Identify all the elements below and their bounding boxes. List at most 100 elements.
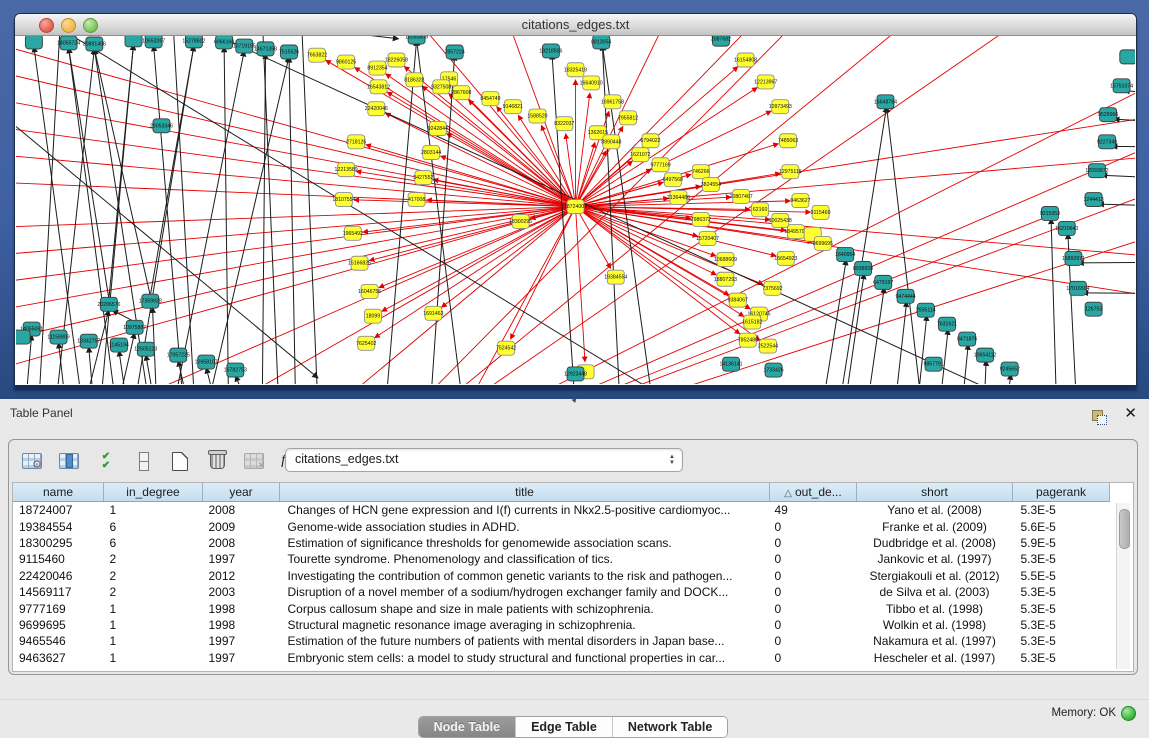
table-disabled-icon[interactable] xyxy=(241,448,267,474)
red-edge[interactable] xyxy=(16,154,576,206)
node-table[interactable]: namein_degreeyeartitle△out_de...shortpag… xyxy=(12,482,1134,672)
table-scrollbar-thumb[interactable] xyxy=(1119,509,1130,549)
black-edge[interactable] xyxy=(289,57,296,384)
table-row[interactable]: 1938455462009Genome-wide association stu… xyxy=(13,518,1110,534)
column-header-title[interactable]: title xyxy=(280,483,770,502)
table-row[interactable]: 2242004622012Investigating the contribut… xyxy=(13,568,1110,584)
black-edge[interactable] xyxy=(1101,175,1135,178)
table-settings-icon[interactable] xyxy=(19,448,45,474)
black-edge[interactable] xyxy=(838,107,886,384)
node-label: 8471876 xyxy=(957,337,977,343)
memory-status-indicator[interactable] xyxy=(1121,706,1136,721)
black-edge[interactable] xyxy=(173,36,195,384)
network-canvas[interactable]: 7663822986012589123541822605881863281754… xyxy=(16,36,1135,384)
network-node[interactable] xyxy=(25,36,42,49)
red-edge[interactable] xyxy=(16,207,576,311)
table-panel: ▲ Table Panel ✕ ✔ ✔f(x) citations_edges.… xyxy=(0,399,1149,727)
black-edge[interactable] xyxy=(939,329,948,384)
red-edge[interactable] xyxy=(576,207,740,335)
table-cell: 22420046 xyxy=(13,568,104,584)
column-header-in_degree[interactable]: in_degree xyxy=(104,483,203,502)
table-cell: 1997 xyxy=(203,551,280,567)
black-edge[interactable] xyxy=(984,360,986,384)
table-row[interactable]: 911546021997Tourette syndrome. Phenomeno… xyxy=(13,551,1110,567)
table-row[interactable]: 977716911998Corpus callosum shape and si… xyxy=(13,600,1110,616)
window-titlebar[interactable]: citations_edges.txt xyxy=(15,14,1136,36)
table-selector-dropdown[interactable]: citations_edges.txt ▲▼ xyxy=(285,448,683,472)
red-edge[interactable] xyxy=(318,36,1023,384)
stacked-squares-icon[interactable] xyxy=(130,448,156,474)
table-row[interactable]: 1456911722003Disruption of a novel membe… xyxy=(13,584,1110,600)
black-edge[interactable] xyxy=(894,301,906,384)
black-edge[interactable] xyxy=(866,287,884,384)
node-label: 7955812 xyxy=(618,115,638,121)
red-edge[interactable] xyxy=(576,93,590,207)
column-header-name[interactable]: name xyxy=(13,483,104,502)
node-label: 9529966 xyxy=(1098,112,1118,118)
table-cell: Estimation of the future numbers of pati… xyxy=(280,633,770,649)
network-node[interactable] xyxy=(1120,50,1135,64)
node-label: 16648784 xyxy=(874,99,897,105)
black-edge[interactable] xyxy=(109,44,134,298)
black-edge[interactable] xyxy=(285,36,399,39)
black-edge[interactable] xyxy=(385,40,416,384)
new-document-icon[interactable] xyxy=(167,448,193,474)
black-edge[interactable] xyxy=(887,107,923,384)
node-label: 12093872 xyxy=(1085,168,1108,174)
black-edge[interactable] xyxy=(173,51,245,384)
table-cell: Structural magnetic resonance image aver… xyxy=(280,617,770,633)
black-edge[interactable] xyxy=(154,45,184,384)
black-edge[interactable] xyxy=(552,54,575,384)
column-header-year[interactable]: year xyxy=(203,483,280,502)
black-edge[interactable] xyxy=(206,57,289,384)
table-row[interactable]: 1830029562008Estimation of significance … xyxy=(13,535,1110,551)
red-edge[interactable] xyxy=(375,207,576,338)
table-cell: 0 xyxy=(770,535,857,551)
table-row[interactable]: 1872400712008Changes of HCN gene express… xyxy=(13,502,1110,519)
select-checks-icon[interactable]: ✔ ✔ xyxy=(93,448,119,474)
red-edge[interactable] xyxy=(16,207,576,256)
table-row[interactable]: 946362711997Embryonic stem cells: a mode… xyxy=(13,650,1110,666)
node-label: 12975115 xyxy=(779,169,802,175)
column-header-short[interactable]: short xyxy=(857,483,1013,502)
table-cell: 0 xyxy=(770,600,857,616)
node-label: 1965492 xyxy=(343,231,363,237)
red-edge[interactable] xyxy=(576,207,611,269)
table-row[interactable]: 969969511998Structural magnetic resonanc… xyxy=(13,617,1110,633)
node-label: 8186328 xyxy=(404,77,424,83)
node-label: 6497568 xyxy=(663,177,683,183)
table-cell: 5.3E-5 xyxy=(1013,551,1110,567)
network-view-window[interactable]: citations_edges.txt 76638229860125891235… xyxy=(14,13,1137,386)
red-edge[interactable] xyxy=(576,207,585,362)
table-column-icon[interactable] xyxy=(56,448,82,474)
node-label: 10688609 xyxy=(714,257,737,263)
column-header-out_de[interactable]: △out_de... xyxy=(770,483,857,502)
table-scrollbar[interactable] xyxy=(1116,503,1130,669)
black-edge[interactable] xyxy=(844,273,864,384)
black-edge[interactable] xyxy=(262,36,279,384)
red-edge[interactable] xyxy=(576,197,732,206)
float-panel-icon[interactable] xyxy=(1092,407,1108,423)
node-label: 10025438 xyxy=(769,218,792,224)
table-cell: 1998 xyxy=(203,617,280,633)
black-edge[interactable] xyxy=(301,36,318,384)
table-cell: 18300295 xyxy=(13,535,104,551)
black-edge[interactable] xyxy=(1051,218,1057,384)
trash-icon[interactable] xyxy=(204,448,230,474)
node-label: 15751074 xyxy=(1110,83,1133,89)
black-edge[interactable] xyxy=(1078,262,1135,263)
table-cell: Jankovic et al. (1997) xyxy=(857,551,1013,567)
black-edge[interactable] xyxy=(430,55,455,384)
close-panel-icon[interactable]: ✕ xyxy=(1124,404,1137,422)
red-edge[interactable] xyxy=(16,207,576,343)
column-header-pagerank[interactable]: pagerank xyxy=(1013,483,1110,502)
table-panel-title: Table Panel xyxy=(10,406,73,420)
table-row[interactable]: 946554611997Estimation of the future num… xyxy=(13,633,1110,649)
black-edge[interactable] xyxy=(1082,293,1135,294)
node-label: 12213967 xyxy=(754,79,777,85)
network-node[interactable] xyxy=(16,330,30,344)
window-title: citations_edges.txt xyxy=(15,17,1136,32)
table-cell: 9465546 xyxy=(13,633,104,649)
node-label: 1733426 xyxy=(763,368,783,374)
network-node[interactable] xyxy=(125,36,142,47)
